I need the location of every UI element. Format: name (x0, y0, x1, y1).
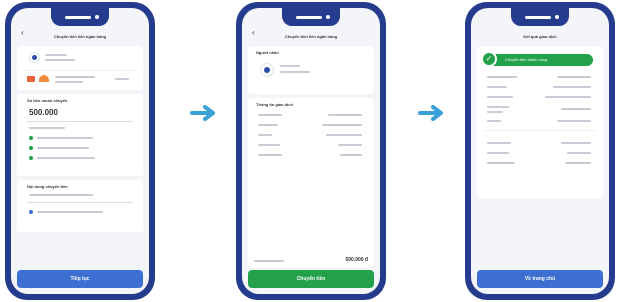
account-card (17, 46, 143, 90)
transfer-button[interactable]: Chuyển tiền (248, 270, 374, 288)
app-bar: ‹ Chuyển tiền liên ngân hàng (242, 25, 380, 41)
home-button-label: Về trang chủ (524, 276, 556, 282)
success-banner-label: Chuyển tiền thành công (505, 57, 548, 62)
avatar-icon (260, 63, 274, 77)
content-card: Nội dung chuyển tiền (17, 180, 143, 232)
phone-frame-3: Kết quả giao dịch Chuyển tiền thành công… (465, 2, 615, 300)
continue-button[interactable]: Tiếp tục (17, 270, 143, 288)
phone-screen-2: ‹ Chuyển tiền liên ngân hàng Người nhận … (242, 8, 380, 294)
phone-screen-3: Kết quả giao dịch Chuyển tiền thành công… (471, 8, 609, 294)
right-arrow-icon (190, 105, 215, 121)
section-content-label: Nội dung chuyển tiền (27, 184, 68, 189)
recipient-card: Người nhận (248, 46, 374, 94)
screen-title: Chuyển tiền liên ngân hàng (53, 34, 107, 39)
section-info-label: Thông tin giao dịch (256, 102, 293, 107)
amount-card: Số tiền muốn chuyển 500.000 (17, 94, 143, 176)
app-bar: Kết quả giao dịch (471, 25, 609, 41)
amount-value[interactable]: 500.000 (29, 108, 58, 117)
result-card: Chuyển tiền thành công ✓ (477, 46, 603, 198)
bank-logo-icon (27, 76, 35, 82)
notch (282, 8, 340, 26)
section-amount-label: Số tiền muốn chuyển (27, 98, 68, 103)
phone-frame-2: ‹ Chuyển tiền liên ngân hàng Người nhận … (236, 2, 386, 300)
avatar-icon (29, 52, 40, 63)
success-banner: Chuyển tiền thành công (487, 54, 593, 66)
app-bar: ‹ Chuyển tiền liên ngân hàng (11, 25, 149, 41)
screen-title: Kết quả giao dịch (523, 34, 557, 39)
transfer-button-label: Chuyển tiền (296, 276, 326, 282)
check-circle-icon: ✓ (481, 51, 497, 67)
total-amount: 500.000 đ (345, 257, 368, 263)
screen-title: Chuyển tiền liên ngân hàng (284, 34, 338, 39)
transaction-info-card: Thông tin giao dịch (248, 98, 374, 268)
notch (51, 8, 109, 26)
back-arrow-icon[interactable]: ‹ (21, 25, 24, 41)
phone-screen-1: ‹ Chuyển tiền liên ngân hàng Số tiền muố… (11, 8, 149, 294)
home-button[interactable]: Về trang chủ (477, 270, 603, 288)
total-row: 500.000 đ (254, 256, 368, 266)
back-arrow-icon[interactable]: ‹ (252, 25, 255, 41)
right-arrow-icon (418, 105, 443, 121)
phone-frame-1: ‹ Chuyển tiền liên ngân hàng Số tiền muố… (5, 2, 155, 300)
notch (511, 8, 569, 26)
section-recipient-label: Người nhận (256, 50, 279, 55)
